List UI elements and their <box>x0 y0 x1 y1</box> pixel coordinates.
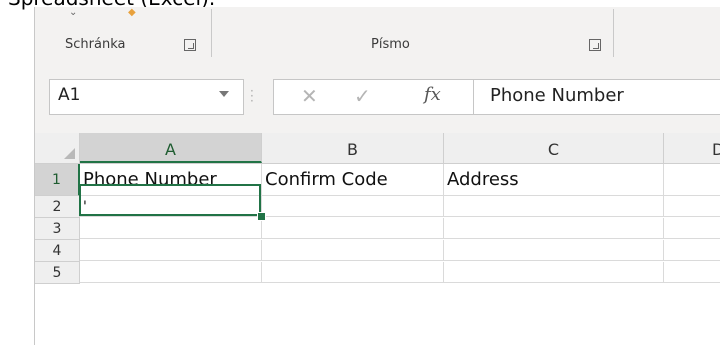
cell-c4[interactable] <box>444 240 664 261</box>
ribbon-separator <box>613 9 614 57</box>
column-header-d[interactable]: D <box>664 133 720 163</box>
format-painter-icon: ◆ <box>128 7 136 18</box>
cell-d3[interactable] <box>664 218 720 239</box>
ribbon-separator <box>211 9 212 57</box>
cell-a5[interactable] <box>80 262 262 283</box>
cell-b3[interactable] <box>262 218 444 239</box>
excel-window: ⌄ ◆ Schránka Písmo A1 · · · ✕ ✓ fx Phone N… <box>34 7 720 345</box>
cell-d5[interactable] <box>664 262 720 283</box>
chevron-down-icon[interactable] <box>219 91 229 97</box>
enter-check-icon[interactable]: ✓ <box>354 84 371 108</box>
table-row: 3 <box>35 218 720 240</box>
column-header-c[interactable]: C <box>444 133 664 163</box>
cell-a1[interactable]: Phone Number <box>80 164 262 196</box>
cell-b4[interactable] <box>262 240 444 261</box>
fill-handle[interactable] <box>257 212 266 221</box>
ribbon: ⌄ ◆ Schránka Písmo <box>35 7 720 62</box>
font-group-label: Písmo <box>371 37 410 52</box>
cell-a3[interactable] <box>80 218 262 239</box>
formula-text: Phone Number <box>490 85 624 106</box>
worksheet-grid: A B C D 1 Phone Number Confirm Code Addr… <box>35 133 720 345</box>
row-header-1[interactable]: 1 <box>35 164 80 196</box>
cell-b2[interactable] <box>262 196 444 217</box>
cell-b5[interactable] <box>262 262 444 283</box>
row-header-3[interactable]: 3 <box>35 218 80 240</box>
table-row: 2 ' <box>35 196 720 218</box>
clipboard-dialog-launcher-icon[interactable] <box>184 39 196 51</box>
formula-buttons: ✕ ✓ fx <box>273 79 474 115</box>
name-box[interactable]: A1 <box>49 79 244 115</box>
font-dialog-launcher-icon[interactable] <box>589 39 601 51</box>
table-row: 5 <box>35 262 720 284</box>
clipboard-group-label: Schránka <box>65 37 126 52</box>
cell-b1[interactable]: Confirm Code <box>262 164 444 196</box>
select-all-icon <box>64 148 75 159</box>
drag-handle-icon[interactable]: · · · <box>250 85 254 107</box>
column-header-a[interactable]: A <box>80 133 262 163</box>
insert-function-icon[interactable]: fx <box>424 84 441 105</box>
row-header-4[interactable]: 4 <box>35 240 80 262</box>
column-header-b[interactable]: B <box>262 133 444 163</box>
cell-d4[interactable] <box>664 240 720 261</box>
cell-a2[interactable]: ' <box>80 196 262 217</box>
chevron-down-icon: ⌄ <box>69 7 78 18</box>
formula-input[interactable]: Phone Number <box>473 79 720 115</box>
cell-c5[interactable] <box>444 262 664 283</box>
cell-c1[interactable]: Address <box>444 164 664 196</box>
table-row: 4 <box>35 240 720 262</box>
cell-c2[interactable] <box>444 196 664 217</box>
row-header-5[interactable]: 5 <box>35 262 80 284</box>
cancel-icon[interactable]: ✕ <box>301 84 318 108</box>
table-row: 1 Phone Number Confirm Code Address <box>35 164 720 196</box>
row-header-2[interactable]: 2 <box>35 196 80 218</box>
cell-a4[interactable] <box>80 240 262 261</box>
column-headers: A B C D <box>35 133 720 164</box>
cell-d1[interactable] <box>664 164 720 196</box>
cell-c3[interactable] <box>444 218 664 239</box>
formula-bar-area: A1 · · · ✕ ✓ fx Phone Number <box>35 61 720 133</box>
cell-d2[interactable] <box>664 196 720 217</box>
name-box-value: A1 <box>58 85 81 105</box>
select-all-button[interactable] <box>35 133 80 163</box>
